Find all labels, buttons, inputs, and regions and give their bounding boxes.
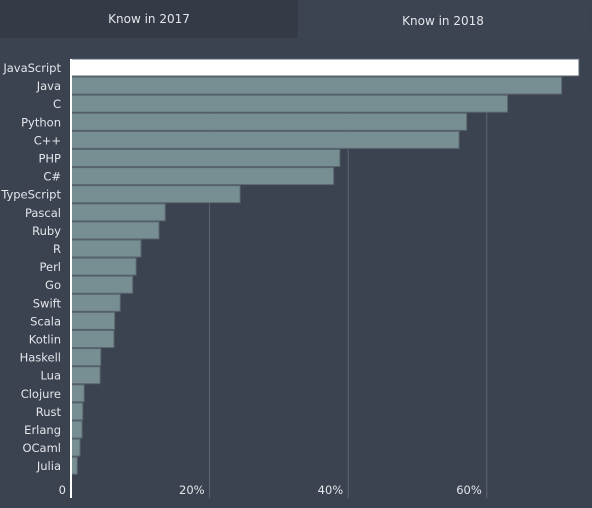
category-label: Scala: [30, 314, 61, 328]
bar-scala[interactable]: [70, 311, 116, 330]
bar-c[interactable]: [70, 130, 460, 149]
category-label: TypeScript: [0, 188, 61, 202]
x-tick-label: 60%: [456, 483, 482, 497]
category-label: Erlang: [24, 423, 61, 437]
bar-lua[interactable]: [70, 366, 101, 385]
category-label: Go: [45, 278, 61, 292]
category-label: Python: [21, 115, 61, 129]
bar-ruby[interactable]: [70, 221, 160, 240]
category-label: Perl: [39, 260, 61, 274]
bar-python[interactable]: [70, 112, 468, 131]
category-label: C: [53, 97, 61, 111]
bar-c[interactable]: [70, 94, 509, 113]
category-label: Ruby: [32, 224, 61, 238]
bar-pascal[interactable]: [70, 203, 166, 222]
bar-r[interactable]: [70, 239, 142, 258]
x-tick-label: 40%: [318, 483, 344, 497]
bars: [70, 58, 580, 475]
bar-haskell[interactable]: [70, 348, 102, 367]
bar-rust[interactable]: [70, 402, 84, 421]
category-label: Clojure: [21, 387, 61, 401]
bar-javascript[interactable]: [70, 58, 580, 77]
category-label: Pascal: [25, 206, 61, 220]
category-label: C#: [43, 170, 61, 184]
bar-go[interactable]: [70, 275, 134, 294]
bar-clojure[interactable]: [70, 384, 85, 403]
bar-java[interactable]: [70, 76, 563, 95]
category-label: Julia: [36, 459, 61, 473]
bar-perl[interactable]: [70, 257, 137, 276]
bar-c[interactable]: [70, 167, 335, 186]
category-label: C++: [34, 133, 61, 147]
category-label: OCaml: [22, 441, 61, 455]
bar-erlang[interactable]: [70, 420, 83, 439]
bar-ocaml[interactable]: [70, 438, 81, 457]
x-axis-ticks: 0 20% 40% 60%: [59, 483, 482, 497]
category-label: Haskell: [20, 351, 61, 365]
category-label: Lua: [40, 369, 61, 383]
category-label: Swift: [33, 296, 62, 310]
bar-swift[interactable]: [70, 293, 121, 312]
x-tick-label: 0: [59, 483, 66, 497]
category-label: Rust: [36, 405, 62, 419]
bar-typescript[interactable]: [70, 185, 241, 204]
category-label: PHP: [38, 152, 61, 166]
category-label: Kotlin: [29, 333, 61, 347]
x-tick-label: 20%: [179, 483, 205, 497]
category-labels: JavaScript Java C Python C++ PHP C# TypeScript P…: [0, 61, 61, 473]
category-label: Java: [36, 79, 61, 93]
category-label: JavaScript: [2, 61, 61, 75]
category-label: R: [53, 242, 61, 256]
bar-kotlin[interactable]: [70, 330, 115, 348]
bar-php[interactable]: [70, 149, 341, 167]
bar-chart: JavaScript Java C Python C++ PHP C# TypeScript P…: [0, 58, 580, 498]
